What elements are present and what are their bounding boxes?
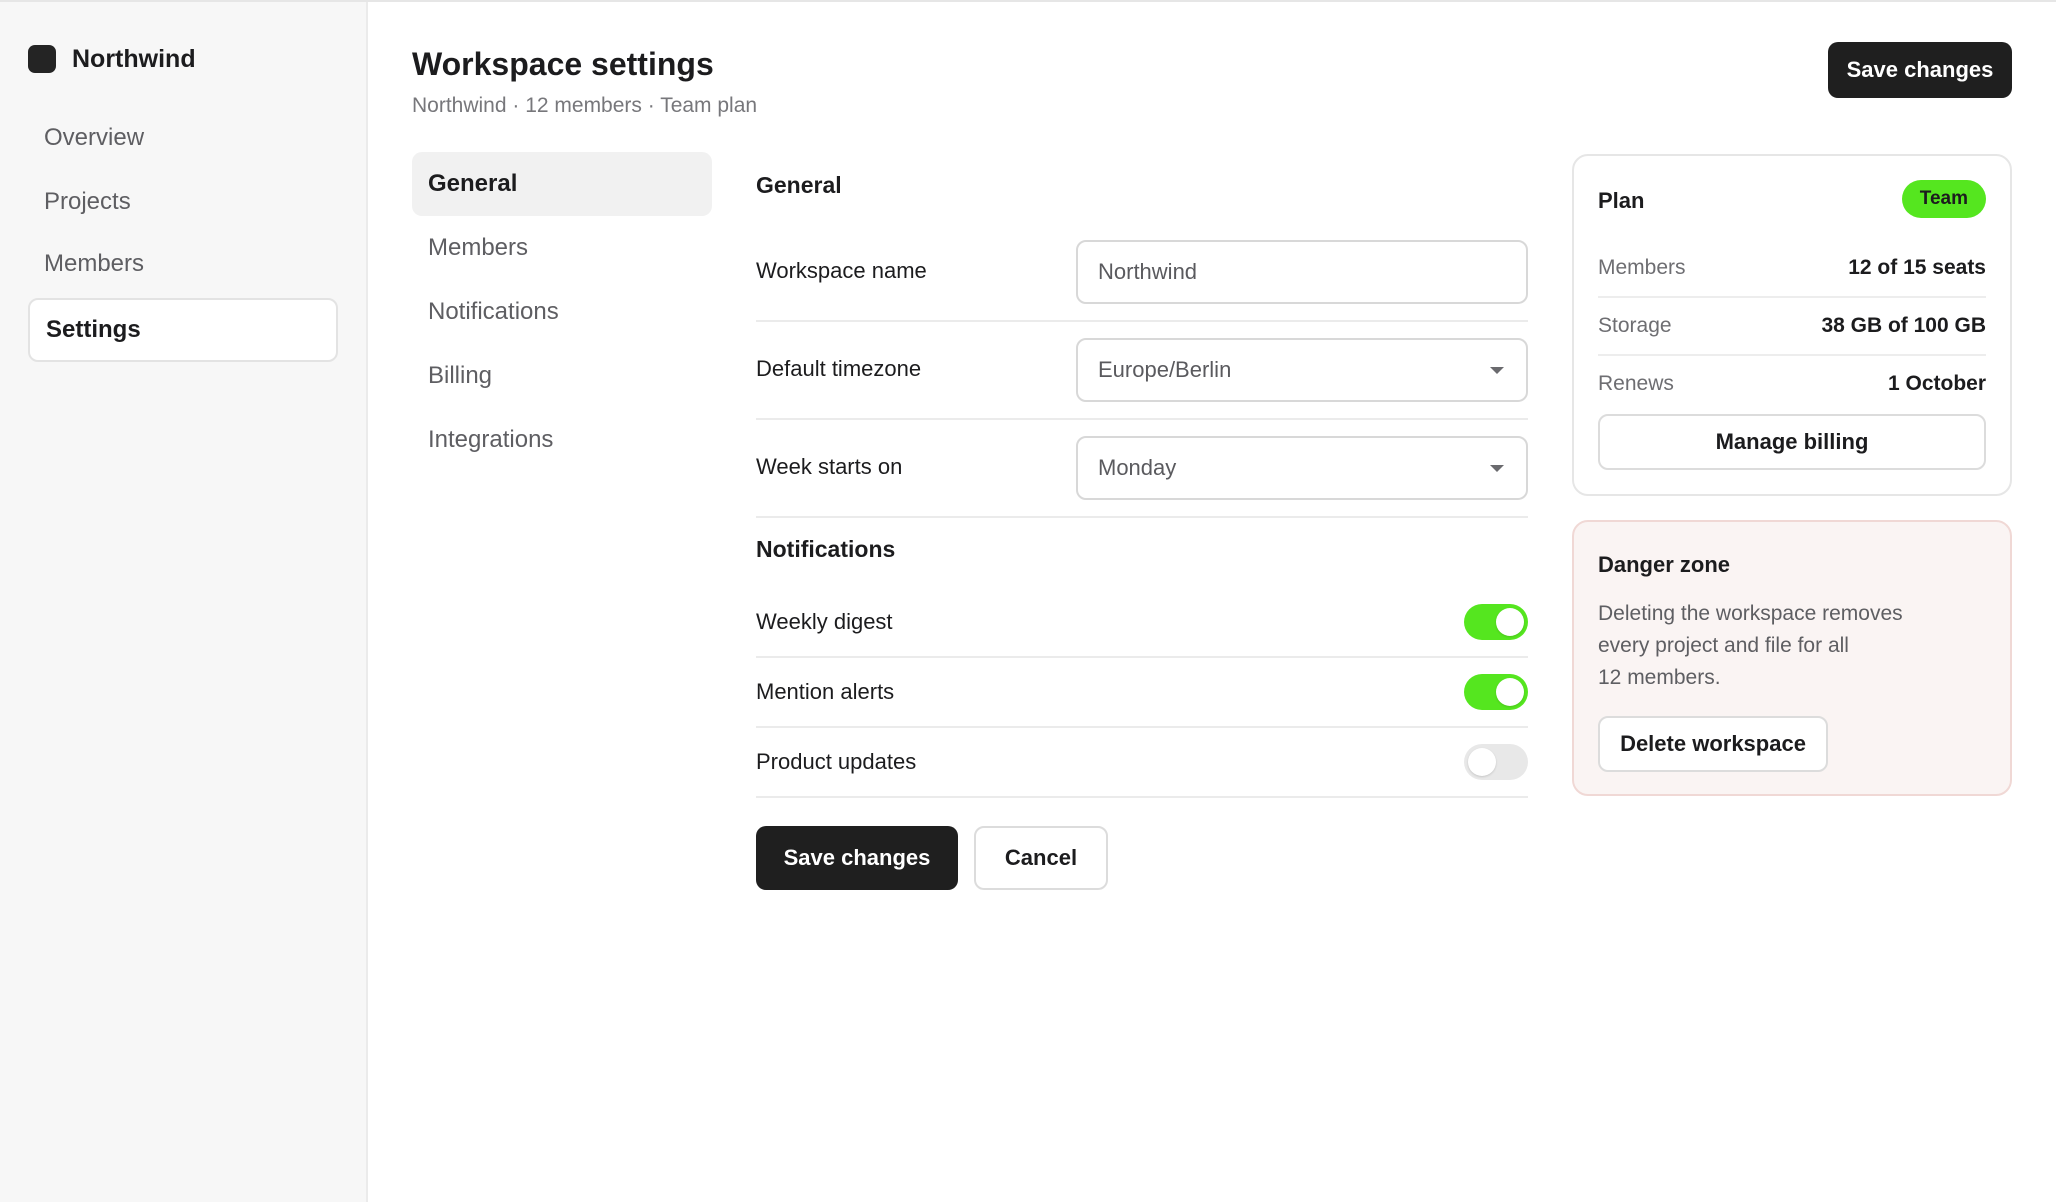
sidebar-item-members[interactable]: Members: [28, 232, 338, 296]
timezone-value: Europe/Berlin: [1098, 357, 1232, 382]
plan-renews-label: Renews: [1598, 372, 1674, 395]
sidebar-item-settings[interactable]: Settings: [28, 298, 338, 362]
section-tab-general[interactable]: General: [412, 152, 712, 216]
row-divider: [756, 726, 1528, 728]
row-divider: [756, 796, 1528, 798]
sidebar-item-projects[interactable]: Projects: [28, 170, 338, 234]
week-start-value: Monday: [1098, 455, 1177, 480]
card-divider: [1598, 296, 1986, 298]
danger-text-line: every project and file for all: [1598, 634, 1849, 657]
toggle-knob: [1496, 608, 1524, 636]
chevron-down-icon: [1490, 367, 1504, 374]
row-divider: [756, 656, 1528, 658]
mention-alerts-label: Mention alerts: [756, 679, 895, 704]
manage-billing-button[interactable]: Manage billing: [1598, 414, 1986, 470]
plan-card: Plan Team Members 12 of 15 seats Storage…: [1572, 154, 2012, 496]
plan-members-label: Members: [1598, 256, 1686, 279]
general-heading: General: [756, 172, 842, 198]
week-start-select[interactable]: Monday: [1076, 436, 1528, 500]
product-updates-label: Product updates: [756, 749, 917, 774]
toggle-knob: [1468, 748, 1496, 776]
plan-badge: Team: [1901, 180, 1986, 218]
row-divider: [756, 320, 1528, 322]
brand-name: Northwind: [72, 44, 196, 73]
page-title: Workspace settings: [412, 46, 714, 82]
cancel-button[interactable]: Cancel: [974, 826, 1108, 890]
square-logo-icon: [28, 45, 56, 73]
workspace-name-input[interactable]: Northwind: [1076, 240, 1528, 304]
card-divider: [1598, 354, 1986, 356]
plan-card-title: Plan: [1598, 188, 1645, 213]
save-button[interactable]: Save changes: [756, 826, 958, 890]
danger-zone-title: Danger zone: [1598, 552, 1731, 577]
timezone-select[interactable]: Europe/Berlin: [1076, 338, 1528, 402]
section-tab-notifications[interactable]: Notifications: [412, 280, 712, 344]
weekly-digest-toggle[interactable]: [1464, 604, 1528, 640]
row-divider: [756, 516, 1528, 518]
app-window: Northwind Overview Projects Members Sett…: [0, 0, 2056, 1202]
section-tab-members[interactable]: Members: [412, 216, 712, 280]
section-tab-integrations[interactable]: Integrations: [412, 408, 712, 472]
sidebar-item-overview[interactable]: Overview: [28, 106, 338, 170]
brand[interactable]: Northwind: [28, 42, 196, 76]
sidebar: Northwind Overview Projects Members Sett…: [0, 2, 368, 1202]
plan-storage-value: 38 GB of 100 GB: [1821, 314, 1986, 337]
header-save-button[interactable]: Save changes: [1828, 42, 2012, 98]
plan-storage-label: Storage: [1598, 314, 1672, 337]
mention-alerts-toggle[interactable]: [1464, 674, 1528, 710]
danger-text-line: Deleting the workspace removes: [1598, 602, 1903, 625]
timezone-label: Default timezone: [756, 356, 922, 381]
chevron-down-icon: [1490, 465, 1504, 472]
toggle-knob: [1496, 678, 1524, 706]
danger-zone-description: Deleting the workspace removes every pro…: [1598, 598, 1958, 694]
week-start-label: Week starts on: [756, 454, 903, 479]
notifications-heading: Notifications: [756, 536, 896, 562]
section-tab-billing[interactable]: Billing: [412, 344, 712, 408]
danger-zone-card: Danger zone Deleting the workspace remov…: [1572, 520, 2012, 796]
product-updates-toggle[interactable]: [1464, 744, 1528, 780]
delete-workspace-button[interactable]: Delete workspace: [1598, 716, 1828, 772]
page-subtitle: Northwind · 12 members · Team plan: [412, 94, 758, 117]
weekly-digest-label: Weekly digest: [756, 609, 893, 634]
workspace-name-label: Workspace name: [756, 258, 927, 283]
danger-text-line: 12 members.: [1598, 666, 1721, 689]
plan-renews-value: 1 October: [1887, 372, 1986, 395]
row-divider: [756, 418, 1528, 420]
plan-members-value: 12 of 15 seats: [1848, 256, 1986, 279]
